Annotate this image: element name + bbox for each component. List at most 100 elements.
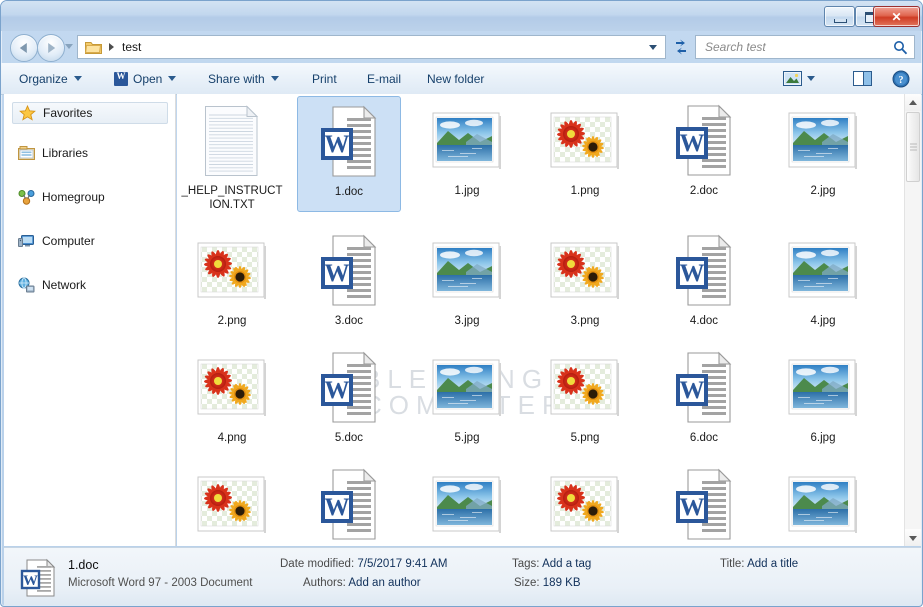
- new-folder-button[interactable]: New folder: [427, 63, 484, 94]
- address-bar[interactable]: test: [77, 35, 666, 59]
- details-title-value[interactable]: Add a title: [747, 558, 798, 570]
- search-icon[interactable]: [893, 40, 908, 55]
- file-name-label: 2.doc: [689, 185, 719, 197]
- change-view-icon: [783, 71, 815, 86]
- file-item[interactable]: W 1.doc: [297, 96, 401, 212]
- email-button[interactable]: E-mail: [367, 63, 401, 94]
- file-item[interactable]: W 2.doc: [652, 96, 756, 212]
- file-item[interactable]: 6.jpg: [771, 343, 875, 459]
- scroll-up-button[interactable]: [905, 94, 921, 111]
- file-item[interactable]: W 5.doc: [297, 343, 401, 459]
- photo-thumbnail-icon: [432, 359, 501, 416]
- chevron-down-icon: [168, 76, 177, 81]
- svg-text:W: W: [23, 573, 38, 589]
- refresh-button[interactable]: [669, 35, 693, 59]
- file-item[interactable]: W 4.doc: [652, 226, 756, 342]
- forward-button[interactable]: [37, 34, 65, 62]
- word-document-icon: W: [321, 105, 377, 177]
- file-thumbnail: W: [652, 98, 756, 184]
- organize-button[interactable]: Organize: [19, 63, 82, 94]
- details-date-modified: Date modified: 7/5/2017 9:41 AM: [280, 558, 448, 570]
- sidebar-item-libraries[interactable]: Libraries: [12, 142, 168, 164]
- photo-thumbnail-icon: [788, 476, 857, 533]
- address-bar-row: test Search test: [1, 31, 922, 63]
- change-view-button[interactable]: [783, 70, 819, 92]
- file-item[interactable]: W: [652, 460, 756, 546]
- homegroup-icon: [18, 190, 35, 205]
- search-box[interactable]: Search test: [695, 35, 915, 59]
- sidebar-item-label: Network: [42, 278, 87, 292]
- png-thumbnail-icon: [197, 359, 266, 416]
- chevron-down-icon[interactable]: [649, 45, 657, 50]
- print-label: Print: [312, 71, 337, 86]
- forward-arrow-icon: [48, 43, 56, 53]
- breadcrumb-separator-icon: [109, 43, 114, 51]
- vertical-scrollbar[interactable]: [904, 94, 921, 546]
- file-item[interactable]: 1.jpg: [415, 96, 519, 212]
- file-thumbnail: [533, 345, 637, 431]
- svg-text:W: W: [325, 131, 350, 158]
- preview-pane-button[interactable]: [853, 70, 872, 92]
- details-title[interactable]: Title: Add a title: [720, 558, 798, 570]
- scroll-thumb[interactable]: [906, 112, 920, 182]
- file-item[interactable]: 5.png: [533, 343, 637, 459]
- details-tags[interactable]: Tags: Add a tag: [512, 558, 591, 570]
- file-item[interactable]: 2.png: [180, 226, 284, 342]
- breadcrumb[interactable]: test: [122, 40, 141, 54]
- file-item[interactable]: W 6.doc: [652, 343, 756, 459]
- details-authors-value[interactable]: Add an author: [348, 577, 420, 589]
- details-size-label: Size:: [514, 577, 540, 589]
- details-authors[interactable]: Authors: Add an author: [303, 577, 421, 589]
- chevron-down-icon: [73, 76, 82, 81]
- file-thumbnail: W: [652, 228, 756, 314]
- word-document-icon: W: [321, 351, 377, 423]
- file-item[interactable]: [771, 460, 875, 546]
- details-file-type: Microsoft Word 97 - 2003 Document: [68, 577, 253, 589]
- file-item[interactable]: [415, 460, 519, 546]
- file-thumbnail: [180, 345, 284, 431]
- file-item[interactable]: 5.jpg: [415, 343, 519, 459]
- svg-text:W: W: [680, 494, 705, 521]
- file-item[interactable]: 4.jpg: [771, 226, 875, 342]
- chevron-down-icon: [270, 76, 279, 81]
- sidebar-item-homegroup[interactable]: Homegroup: [12, 186, 168, 208]
- open-button[interactable]: Open: [114, 63, 177, 94]
- file-item[interactable]: _HELP_INSTRUCTION.TXT: [180, 96, 284, 212]
- file-item[interactable]: 2.jpg: [771, 96, 875, 212]
- file-item[interactable]: [180, 460, 284, 546]
- file-name-label: 6.doc: [689, 432, 719, 444]
- svg-text:W: W: [325, 494, 350, 521]
- sidebar-item-network[interactable]: Network: [12, 274, 168, 296]
- help-button[interactable]: ?: [892, 70, 910, 93]
- png-thumbnail-icon: [550, 476, 619, 533]
- search-input[interactable]: Search test: [705, 40, 766, 54]
- svg-text:W: W: [325, 260, 350, 287]
- sidebar-item-computer[interactable]: Computer: [12, 230, 168, 252]
- file-name-label: 5.doc: [334, 432, 364, 444]
- png-thumbnail-icon: [550, 112, 619, 169]
- explorer-window: ✕ test Search test Organize W Open Share…: [0, 0, 923, 607]
- navigation-pane: Favorites Libraries Homegroup Computer N…: [4, 94, 176, 546]
- file-item[interactable]: W 3.doc: [297, 226, 401, 342]
- network-icon: [18, 277, 35, 293]
- sidebar-item-label: Computer: [42, 234, 95, 248]
- details-tags-value[interactable]: Add a tag: [542, 558, 591, 570]
- print-button[interactable]: Print: [312, 63, 337, 94]
- file-name-label: 5.jpg: [454, 432, 480, 444]
- recent-pages-icon[interactable]: [65, 44, 73, 49]
- back-button[interactable]: [10, 34, 38, 62]
- file-item[interactable]: 3.jpg: [415, 226, 519, 342]
- file-item[interactable]: 4.png: [180, 343, 284, 459]
- file-name-label: _HELP_INSTRUCTION.TXT: [181, 185, 283, 211]
- file-item[interactable]: [533, 460, 637, 546]
- share-with-button[interactable]: Share with: [208, 63, 279, 94]
- sidebar-item-favorites[interactable]: Favorites: [12, 102, 168, 124]
- minimize-button[interactable]: [824, 6, 855, 27]
- scroll-down-button[interactable]: [905, 529, 921, 546]
- close-button[interactable]: ✕: [873, 6, 920, 27]
- file-item[interactable]: W: [297, 460, 401, 546]
- file-item[interactable]: 3.png: [533, 226, 637, 342]
- sidebar-item-label: Favorites: [43, 106, 93, 120]
- file-list-pane[interactable]: BLEEPING COMPUTER _HELP_INSTRUCTION.TXTW…: [177, 94, 921, 546]
- file-item[interactable]: 1.png: [533, 96, 637, 212]
